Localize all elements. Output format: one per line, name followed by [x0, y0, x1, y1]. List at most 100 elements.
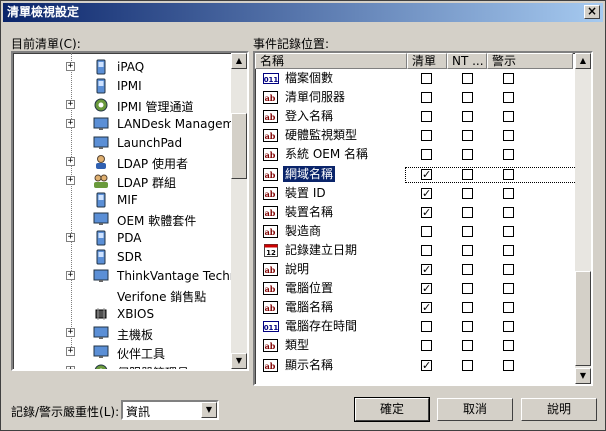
column-header-nt[interactable]: NT ... — [447, 53, 487, 69]
tree-item[interactable]: IPMI — [13, 77, 243, 95]
nt-checkbox[interactable] — [462, 206, 473, 218]
alert-checkbox[interactable] — [503, 359, 514, 371]
tree-item[interactable]: + PDA — [13, 229, 243, 247]
table-row[interactable]: ab 類型 — [255, 336, 575, 355]
nt-checkbox[interactable] — [462, 359, 473, 371]
alert-checkbox[interactable] — [503, 340, 514, 352]
nt-checkbox[interactable] — [462, 244, 473, 256]
alert-checkbox[interactable] — [503, 111, 514, 123]
severity-select[interactable]: 資訊 ▼ — [121, 400, 219, 420]
tree-item[interactable]: SDR — [13, 248, 243, 266]
clear-checkbox[interactable] — [421, 340, 432, 352]
table-row[interactable]: ab 說明 ✓ — [255, 260, 575, 279]
tree-item[interactable]: + 伺服器管理員 — [13, 362, 243, 369]
table-row[interactable]: ab 裝置名稱 ✓ — [255, 203, 575, 222]
alert-checkbox[interactable] — [503, 321, 514, 333]
nt-checkbox[interactable] — [462, 225, 473, 237]
table-row[interactable]: ab 登入名稱 — [255, 107, 575, 126]
clear-checkbox[interactable]: ✓ — [421, 302, 432, 314]
table-row[interactable]: 011 檔案個數 — [255, 69, 575, 88]
tree-item[interactable]: LaunchPad — [13, 134, 243, 152]
clear-checkbox[interactable]: ✓ — [421, 359, 432, 371]
ok-button[interactable]: 確定 — [354, 397, 430, 422]
tree-item[interactable]: MIF — [13, 191, 243, 209]
grid-scroll-thumb[interactable] — [575, 271, 591, 366]
alert-checkbox[interactable] — [503, 149, 514, 161]
expand-icon[interactable]: + — [66, 328, 75, 337]
alert-checkbox[interactable] — [503, 283, 514, 295]
column-header-clear[interactable]: 清單 — [407, 53, 447, 69]
cancel-button[interactable]: 取消 — [437, 398, 513, 421]
table-row[interactable]: ab 清單伺服器 — [255, 88, 575, 107]
expand-icon[interactable]: + — [66, 347, 75, 356]
clear-checkbox[interactable]: ✓ — [421, 283, 432, 295]
column-header-alert[interactable]: 警示 — [487, 53, 573, 69]
grid-scroll-down-button[interactable]: ▼ — [575, 368, 591, 384]
tree-item[interactable]: + 主機板 — [13, 324, 243, 342]
table-row[interactable]: ab 電腦位置 ✓ — [255, 279, 575, 298]
nt-checkbox[interactable] — [462, 130, 473, 142]
clear-checkbox[interactable]: ✓ — [421, 187, 432, 199]
tree-scroll-down-button[interactable]: ▼ — [231, 353, 247, 369]
clear-checkbox[interactable] — [421, 92, 432, 104]
table-row[interactable]: 011 電腦存在時間 — [255, 317, 575, 336]
tree-item[interactable]: + 伙伴工具 — [13, 343, 243, 361]
expand-icon[interactable]: + — [66, 233, 75, 242]
clear-checkbox[interactable]: ✓ — [421, 168, 432, 180]
clear-checkbox[interactable]: ✓ — [421, 206, 432, 218]
tree-item[interactable]: Verifone 銷售點 — [13, 286, 243, 304]
expand-icon[interactable]: + — [66, 271, 75, 280]
tree-item[interactable]: + LDAP 群組 — [13, 172, 243, 190]
expand-icon[interactable]: + — [66, 119, 75, 128]
nt-checkbox[interactable] — [462, 302, 473, 314]
chevron-down-icon[interactable]: ▼ — [201, 402, 217, 418]
nt-checkbox[interactable] — [462, 92, 473, 104]
help-button[interactable]: 說明 — [521, 398, 597, 421]
tree-item[interactable]: + IPMI 管理通道 — [13, 96, 243, 114]
clear-checkbox[interactable] — [421, 111, 432, 123]
alert-checkbox[interactable] — [503, 92, 514, 104]
expand-icon[interactable]: + — [66, 366, 75, 369]
clear-checkbox[interactable] — [421, 321, 432, 333]
alert-checkbox[interactable] — [503, 206, 514, 218]
table-row[interactable]: ab 製造商 — [255, 222, 575, 241]
nt-checkbox[interactable] — [462, 340, 473, 352]
clear-checkbox[interactable]: ✓ — [421, 264, 432, 275]
grid-vscrollbar[interactable]: ▲ ▼ — [575, 53, 591, 384]
table-row[interactable]: ab 電腦名稱 ✓ — [255, 298, 575, 317]
table-row[interactable]: 12 記錄建立日期 — [255, 241, 575, 260]
table-row[interactable]: ab 裝置 ID ✓ — [255, 184, 575, 203]
clear-checkbox[interactable] — [421, 244, 432, 256]
alert-checkbox[interactable] — [503, 302, 514, 314]
event-field-grid[interactable]: 名稱 清單 NT ... 警示 011 檔案個數 ab 清單伺服器 ab 登入名稱 ab 硬體… — [253, 51, 593, 386]
alert-checkbox[interactable] — [503, 130, 514, 142]
clear-checkbox[interactable] — [421, 149, 432, 161]
nt-checkbox[interactable] — [462, 187, 473, 199]
tree-item[interactable]: XBIOS — [13, 305, 243, 323]
expand-icon[interactable]: + — [66, 62, 75, 71]
clear-checkbox[interactable] — [421, 73, 432, 84]
nt-checkbox[interactable] — [462, 321, 473, 333]
alert-checkbox[interactable] — [503, 225, 514, 237]
table-row[interactable]: ab 系統 OEM 名稱 — [255, 145, 575, 164]
nt-checkbox[interactable] — [462, 149, 473, 161]
tree-item[interactable]: + LANDesk Management — [13, 115, 247, 133]
tree-scroll-thumb[interactable] — [231, 113, 247, 179]
expand-icon[interactable]: + — [66, 100, 75, 109]
clear-checkbox[interactable] — [421, 225, 432, 237]
tree-item[interactable]: OEM 軟體套件 — [13, 210, 243, 228]
table-row[interactable]: ab 顯示名稱 ✓ — [255, 356, 575, 375]
clear-checkbox[interactable] — [421, 130, 432, 142]
table-row[interactable]: ab 網域名稱 ✓ — [255, 165, 575, 184]
alert-checkbox[interactable] — [503, 244, 514, 256]
expand-icon[interactable]: + — [66, 176, 75, 185]
tree-vscrollbar[interactable]: ▲ ▼ — [231, 53, 247, 369]
nt-checkbox[interactable] — [462, 264, 473, 275]
alert-checkbox[interactable] — [503, 73, 514, 84]
nt-checkbox[interactable] — [462, 111, 473, 123]
column-header-name[interactable]: 名稱 — [255, 53, 407, 69]
alert-checkbox[interactable] — [503, 168, 514, 180]
nt-checkbox[interactable] — [462, 168, 473, 180]
alert-checkbox[interactable] — [503, 187, 514, 199]
expand-icon[interactable]: + — [66, 157, 75, 166]
